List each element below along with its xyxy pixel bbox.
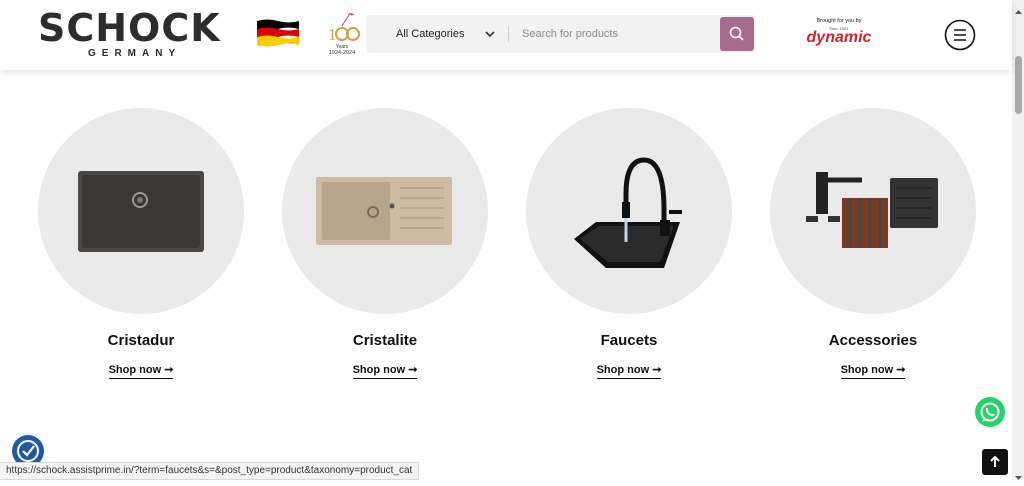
shop-now-label: Shop now: [596, 364, 650, 376]
search-icon: [720, 26, 754, 55]
whatsapp-icon: [973, 397, 1007, 433]
menu-button[interactable]: [944, 19, 976, 51]
scroll-up-arrow-icon[interactable]: [1015, 2, 1022, 20]
category-image[interactable]: [770, 108, 976, 314]
search-input[interactable]: [522, 15, 712, 53]
sink-image-icon: [78, 171, 204, 252]
accessories-image-icon: [806, 172, 938, 248]
shop-now-link[interactable]: Shop now ➞: [38, 363, 244, 379]
category-image[interactable]: [38, 108, 244, 314]
shop-now-label: Shop now: [108, 364, 162, 376]
hamburger-menu-icon: [944, 19, 976, 55]
centenary-badge: 1 Years 1924-2024: [322, 12, 362, 58]
scrollbar-thumb[interactable]: [1015, 56, 1022, 114]
back-to-top-button[interactable]: [982, 449, 1008, 475]
anniversary-dates: 1924-2024: [328, 50, 356, 56]
shop-now-link[interactable]: Shop now ➞: [526, 363, 732, 379]
partner-tagline: Brought for you by: [816, 18, 862, 24]
arrow-right-icon: ➞: [164, 364, 174, 376]
sink-drainboard-image-icon: [316, 177, 452, 245]
partner-name: dynamic: [806, 29, 872, 46]
scroll-down-arrow-icon[interactable]: [1015, 468, 1022, 486]
search-button[interactable]: [720, 17, 754, 51]
faucet-image-icon: [574, 157, 682, 268]
schock-logo[interactable]: SCHOCK GERMANY: [38, 8, 226, 62]
category-image[interactable]: [282, 108, 488, 314]
germany-flag-icon: [257, 18, 299, 48]
arrow-right-icon: ➞: [652, 364, 662, 376]
shop-now-link[interactable]: Shop now ➞: [282, 363, 488, 379]
arrow-up-icon: [982, 455, 1008, 479]
shop-now-link[interactable]: Shop now ➞: [770, 363, 976, 379]
chevron-down-icon[interactable]: [484, 27, 496, 41]
category-title: Cristadur: [107, 332, 175, 349]
arrow-right-icon: ➞: [408, 364, 418, 376]
whatsapp-button[interactable]: [973, 395, 1007, 429]
shop-now-label: Shop now: [352, 364, 406, 376]
logo-wordmark: SCHOCK: [38, 6, 221, 50]
search-divider: [508, 26, 509, 42]
category-title: Accessories: [828, 332, 918, 349]
browser-status-url: https://schock.assistprime.in/?term=fauc…: [0, 462, 420, 480]
shop-now-label: Shop now: [840, 364, 894, 376]
logo-subtitle: GERMANY: [88, 48, 182, 59]
category-select[interactable]: All Categories: [396, 15, 464, 53]
arrow-right-icon: ➞: [896, 364, 906, 376]
search-bar: All Categories: [366, 15, 756, 53]
category-title: Cristalite: [352, 332, 418, 349]
category-image[interactable]: [526, 108, 732, 314]
dynamic-partner-logo[interactable]: Brought for you by Estd. 1991 dynamic: [798, 18, 880, 52]
site-header: SCHOCK GERMANY 1 Years 1924-2024 All Cat…: [0, 0, 1012, 70]
category-title: Faucets: [600, 332, 658, 349]
